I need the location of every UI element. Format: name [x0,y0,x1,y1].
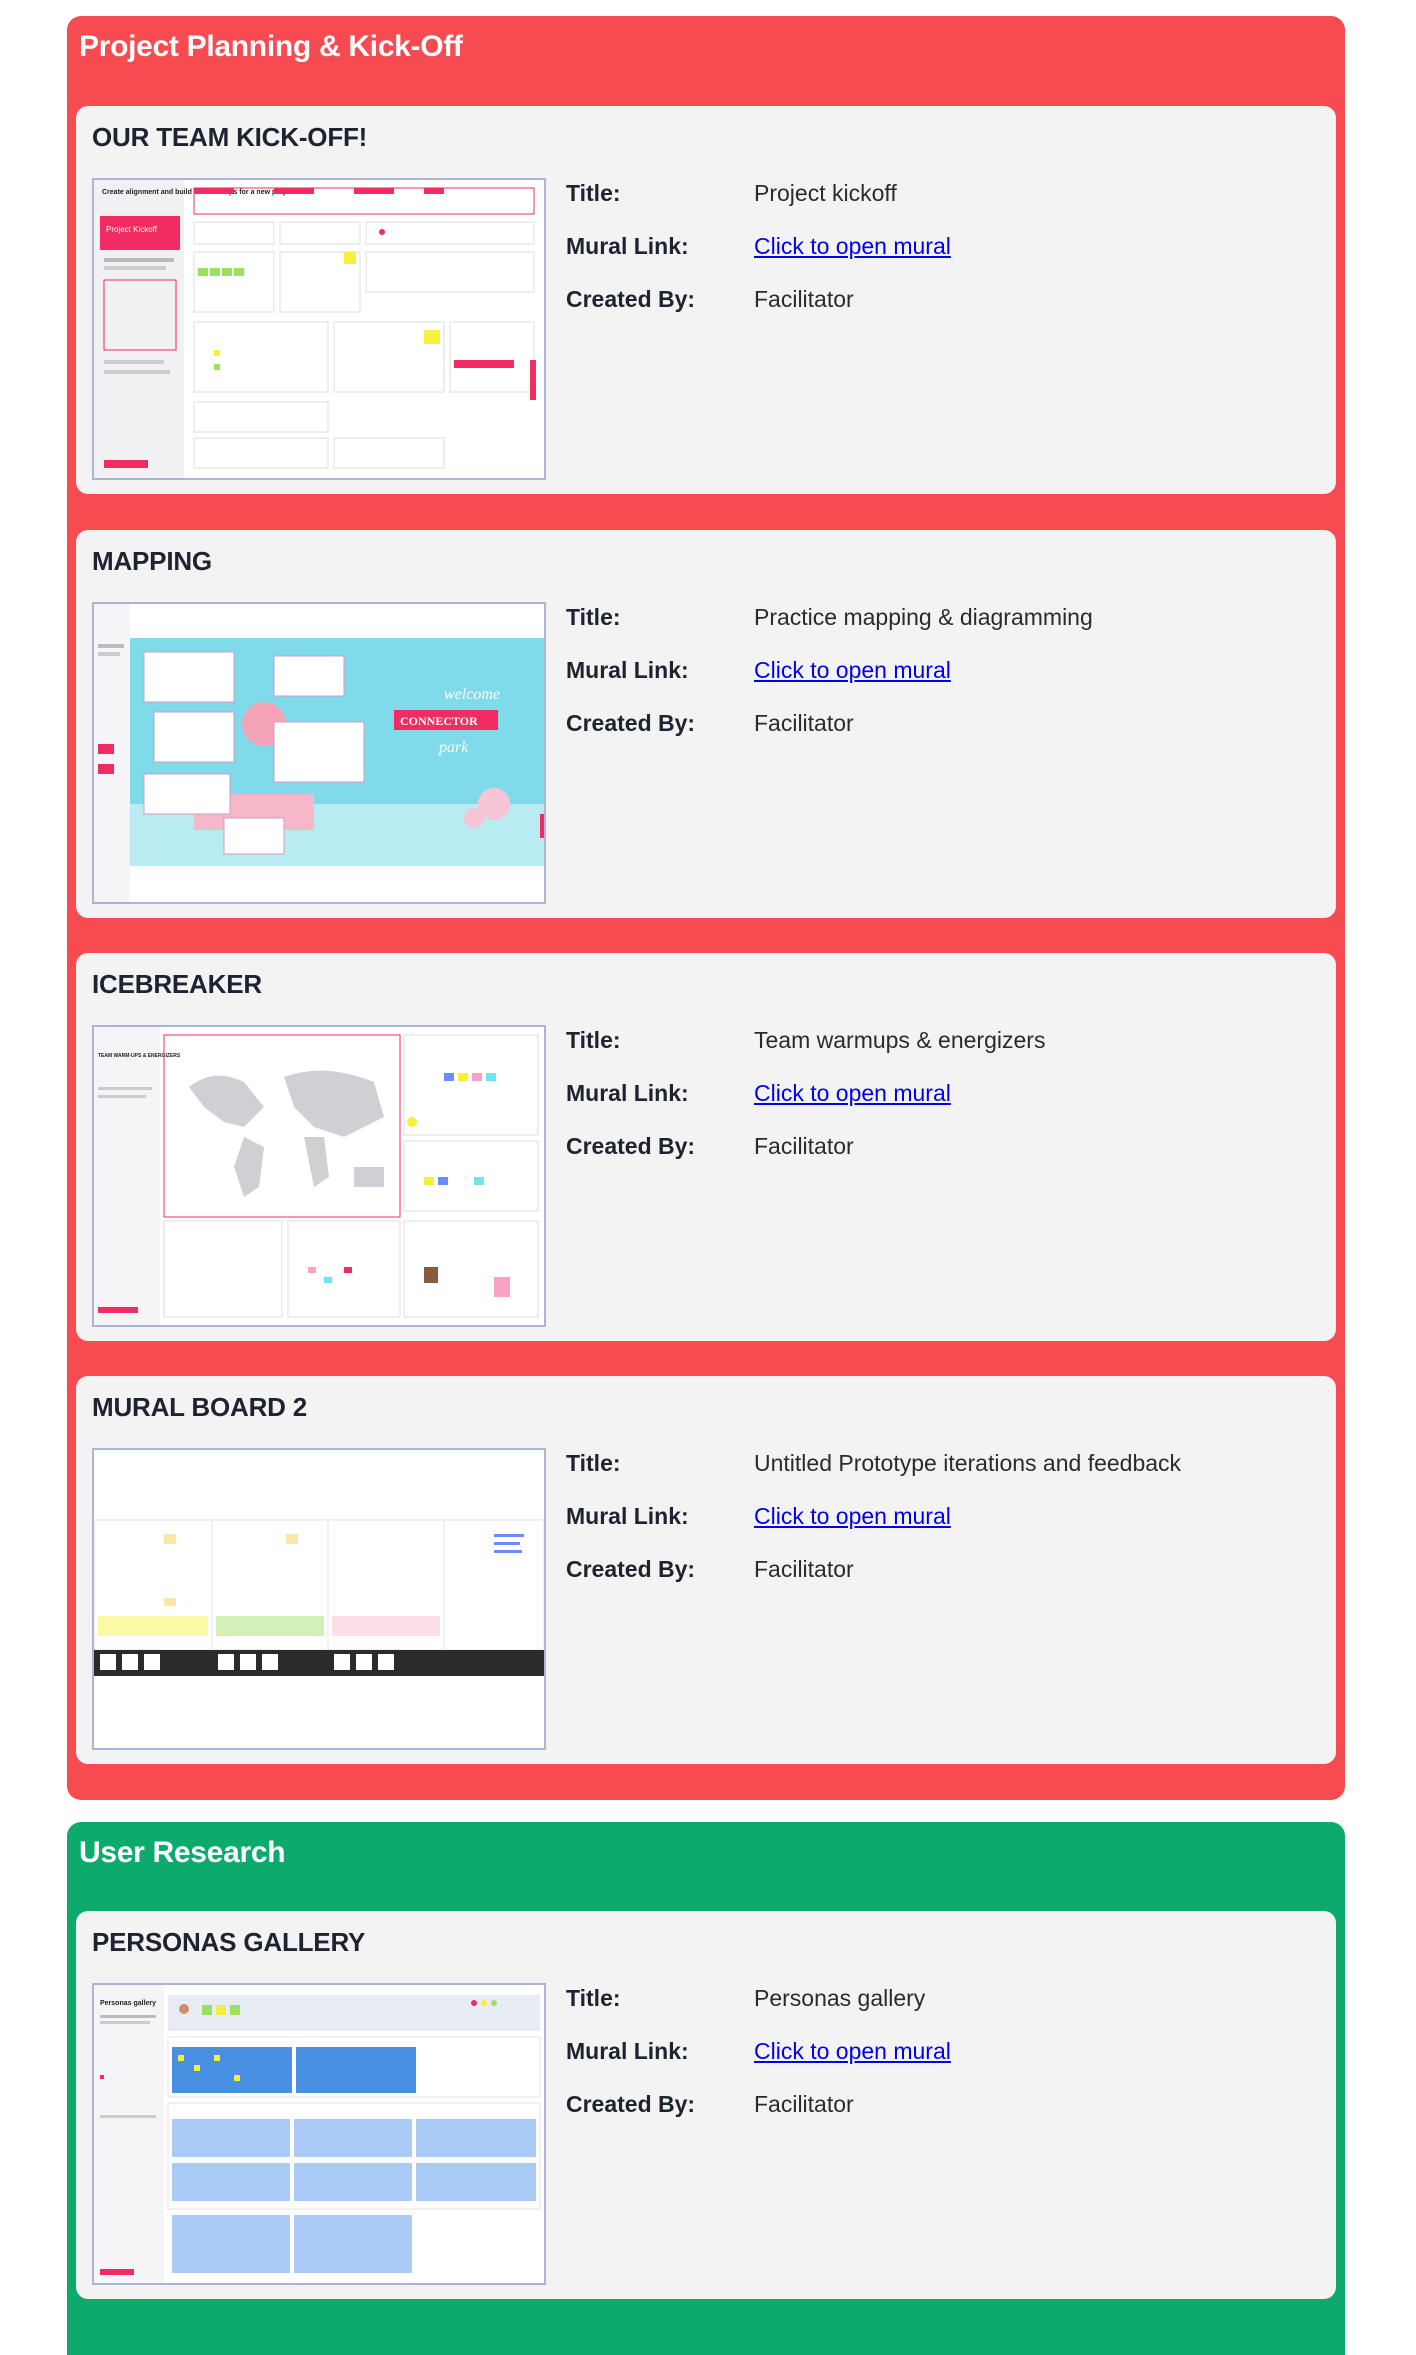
section-title: User Research [79,1836,286,1869]
info-label: Mural Link: [566,657,689,683]
section-user-research: User Research PERSONAS GALLERY Personas … [67,1822,1345,2355]
mural-title: Untitled Prototype iterations and feedba… [754,1450,1182,1476]
mural-creator: Facilitator [754,710,854,736]
project-kickoff-mural-thumbnail[interactable]: Create alignment and build relationships… [92,178,546,480]
connector-welcome-text: welcome [444,686,500,703]
thumbnail-image: TEAM WARM-UPS & ENERGIZERS [94,1027,544,1325]
info-link-row: Mural Link: Click to open mural [566,1080,1286,1110]
card-heading: MURAL BOARD 2 [92,1392,308,1422]
info-creator-row: Created By: Facilitator [566,1556,1286,1586]
info-label: Mural Link: [566,233,689,259]
open-mural-link[interactable]: Click to open mural [754,1080,951,1107]
info-label: Mural Link: [566,1080,689,1106]
personas-heading-text: Personas gallery [100,2000,156,2007]
kickoff-badge-text: Project Kickoff [106,225,158,234]
personas-gallery-mural-thumbnail[interactable]: Personas gallery [92,1983,546,2285]
info-link-row: Mural Link: Click to open mural [566,2038,1286,2068]
open-mural-link[interactable]: Click to open mural [754,233,951,260]
info-label: Title: [566,1027,621,1053]
info-label: Title: [566,1450,621,1476]
info-link-row: Mural Link: Click to open mural [566,1503,1286,1533]
info-label: Title: [566,1985,621,2011]
mural-title: Team warmups & energizers [754,1027,1046,1053]
icebreaker-heading-text: TEAM WARM-UPS & ENERGIZERS [98,1053,181,1059]
card-heading: ICEBREAKER [92,969,262,999]
mural-card: MURAL BOARD 2 Title: Untitled Prototype … [76,1376,1336,1764]
mural-creator: Facilitator [754,1556,854,1582]
info-creator-row: Created By: Facilitator [566,2091,1286,2121]
info-title-row: Title: Team warmups & energizers [566,1027,1286,1057]
card-heading: PERSONAS GALLERY [92,1927,366,1957]
mural-card: ICEBREAKER TEAM WARM-UPS & ENERGIZERS Ti… [76,953,1336,1341]
mural-creator: Facilitator [754,1133,854,1159]
info-label: Created By: [566,286,696,312]
info-label: Title: [566,180,621,206]
info-title-row: Title: Untitled Prototype iterations and… [566,1450,1306,1480]
mural-title: Personas gallery [754,1985,926,2011]
info-label: Created By: [566,710,696,736]
info-creator-row: Created By: Facilitator [566,286,1286,316]
card-heading: MAPPING [92,546,212,576]
open-mural-link[interactable]: Click to open mural [754,2038,951,2065]
world-map-mural-thumbnail[interactable]: TEAM WARM-UPS & ENERGIZERS [92,1025,546,1327]
info-link-row: Mural Link: Click to open mural [566,233,1286,263]
info-label: Title: [566,604,621,630]
mural-creator: Facilitator [754,2091,854,2117]
info-label: Created By: [566,1556,696,1582]
connector-park-text: park [438,739,469,756]
prototype-board-mural-thumbnail[interactable] [92,1448,546,1750]
info-creator-row: Created By: Facilitator [566,1133,1286,1163]
mural-card: PERSONAS GALLERY Personas gallery Title:… [76,1911,1336,2299]
thumbnail-image: welcome CONNECTOR park [94,604,544,902]
thumbnail-image [94,1450,544,1748]
mural-creator: Facilitator [754,286,854,312]
thumbnail-image: Create alignment and build relationships… [94,180,544,478]
open-mural-link[interactable]: Click to open mural [754,1503,951,1530]
card-heading: OUR TEAM KICK-OFF! [92,122,368,152]
section-project-planning: Project Planning & Kick-Off OUR TEAM KIC… [67,16,1345,1800]
connector-brand-text: CONNECTOR [400,714,478,728]
mural-card: MAPPING welcome CONNECTOR park Title: Pr… [76,530,1336,918]
info-title-row: Title: Practice mapping & diagramming [566,604,1286,634]
thumbnail-image: Personas gallery [94,1985,544,2283]
info-link-row: Mural Link: Click to open mural [566,657,1286,687]
mural-card: OUR TEAM KICK-OFF! Create alignment and … [76,106,1336,494]
info-label: Created By: [566,1133,696,1159]
open-mural-link[interactable]: Click to open mural [754,657,951,684]
info-title-row: Title: Personas gallery [566,1985,1286,2015]
info-title-row: Title: Project kickoff [566,180,1286,210]
mural-title: Practice mapping & diagramming [754,604,1093,630]
info-label: Mural Link: [566,2038,689,2064]
info-label: Mural Link: [566,1503,689,1529]
section-title: Project Planning & Kick-Off [79,30,463,63]
mural-title: Project kickoff [754,180,897,206]
info-creator-row: Created By: Facilitator [566,710,1286,740]
connector-park-mural-thumbnail[interactable]: welcome CONNECTOR park [92,602,546,904]
info-label: Created By: [566,2091,696,2117]
